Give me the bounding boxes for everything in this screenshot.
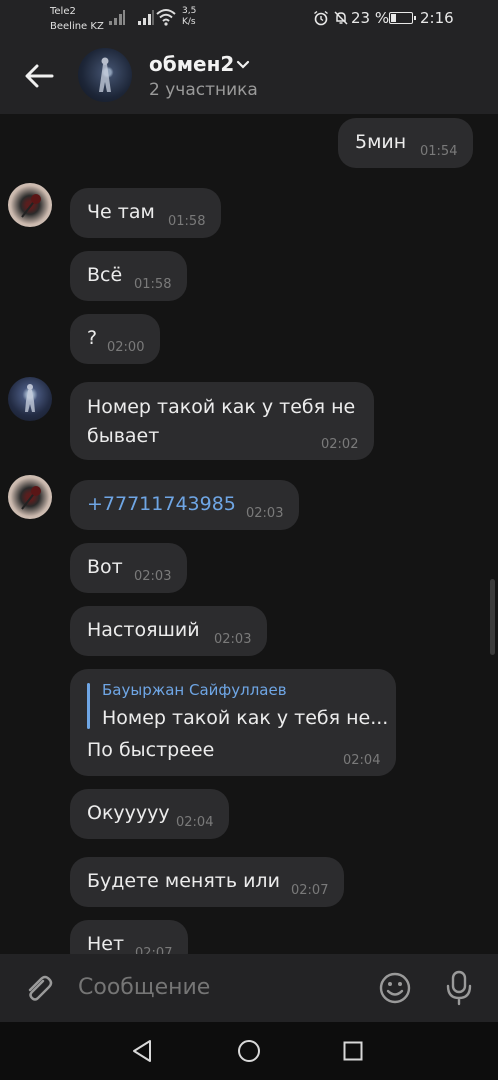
- message-bubble[interactable]: Настояший 02:03: [70, 606, 267, 656]
- message-time: 02:02: [321, 437, 359, 452]
- message-time: 02:04: [176, 815, 214, 830]
- message-time: 01:54: [420, 144, 458, 159]
- message-bubble[interactable]: +77711743985 02:03: [70, 480, 299, 530]
- message-bubble[interactable]: Бауыржан Сайфуллаев Номер такой как у те…: [70, 669, 396, 776]
- reply-author[interactable]: Бауыржан Сайфуллаев: [102, 681, 287, 699]
- paperclip-icon[interactable]: [22, 972, 54, 1004]
- chevron-down-icon[interactable]: [236, 60, 250, 70]
- status-time: 2:16: [420, 9, 454, 27]
- battery-percent: 23 %: [351, 9, 390, 27]
- scrollbar-thumb[interactable]: [490, 579, 495, 655]
- message-time: 02:07: [291, 883, 329, 898]
- avatar[interactable]: [8, 475, 52, 519]
- message-text: Будете менять или: [87, 870, 280, 892]
- phone-link[interactable]: +77711743985: [87, 493, 236, 515]
- message-text: Окууууу: [87, 802, 170, 824]
- message-text: По быстреее: [87, 739, 215, 761]
- microphone-icon[interactable]: [445, 970, 473, 1006]
- message-text: 5мин: [355, 131, 407, 153]
- avatar[interactable]: [8, 377, 52, 421]
- network-speed: 3,5 K/s: [182, 6, 197, 27]
- battery-icon: [389, 12, 416, 24]
- member-count: 2 участника: [149, 80, 258, 100]
- status-bar: Tele2 Beeline KZ 3,5 K/s 23 % 2:16: [0, 0, 498, 36]
- message-time: 02:07: [135, 946, 173, 954]
- message-text: Че там: [87, 201, 155, 223]
- signal-icon-2: [138, 10, 154, 25]
- system-nav-bar: [0, 1022, 498, 1080]
- carrier-name-2: Beeline KZ: [50, 21, 104, 32]
- message-text: Вот: [87, 556, 123, 578]
- nav-back-icon[interactable]: [130, 1039, 154, 1063]
- message-time: 01:58: [168, 214, 206, 229]
- message-input[interactable]: [78, 972, 358, 1004]
- avatar[interactable]: [8, 183, 52, 227]
- smiley-icon[interactable]: [378, 971, 412, 1005]
- message-text: Номер такой как у тебя не: [87, 396, 356, 418]
- message-bubble[interactable]: Номер такой как у тебя не бывает 02:02: [70, 382, 374, 460]
- message-time: 02:03: [214, 632, 252, 647]
- message-text: ?: [87, 327, 98, 349]
- signal-icon: [109, 10, 125, 25]
- message-time: 02:03: [246, 506, 284, 521]
- message-text: бывает: [87, 425, 160, 447]
- nav-home-icon[interactable]: [237, 1039, 261, 1063]
- message-text: Настояший: [87, 619, 200, 641]
- message-time: 02:00: [107, 340, 145, 355]
- chat-title[interactable]: обмен2: [149, 52, 234, 76]
- message-bubble[interactable]: Нет 02:07: [70, 920, 188, 954]
- group-avatar[interactable]: [78, 48, 132, 102]
- message-bubble[interactable]: Вот 02:03: [70, 543, 187, 593]
- reply-quote-bar: [87, 683, 90, 729]
- message-text: Нет: [87, 933, 125, 954]
- composer-bar: [0, 954, 498, 1022]
- nav-recent-apps-icon[interactable]: [343, 1041, 363, 1061]
- message-time: 02:04: [343, 753, 381, 768]
- message-list[interactable]: 5мин 01:54 Че там 01:58 Всё 01:58 ? 02:0…: [0, 114, 498, 954]
- message-bubble[interactable]: Будете менять или 02:07: [70, 857, 344, 907]
- message-bubble[interactable]: Окууууу 02:04: [70, 789, 229, 839]
- message-bubble[interactable]: Че там 01:58: [70, 188, 221, 238]
- arrow-left-icon[interactable]: [24, 64, 54, 88]
- reply-text[interactable]: Номер такой как у тебя не...: [102, 707, 388, 729]
- carrier-name-1: Tele2: [50, 6, 76, 17]
- message-time: 01:58: [134, 277, 172, 292]
- chat-header: обмен2 2 участника: [0, 36, 498, 114]
- message-bubble[interactable]: Всё 01:58: [70, 251, 187, 301]
- message-bubble[interactable]: 5мин 01:54: [338, 118, 473, 168]
- alarm-icon: [314, 10, 328, 26]
- message-time: 02:03: [134, 569, 172, 584]
- wifi-icon: [156, 9, 176, 26]
- message-text: Всё: [87, 264, 123, 286]
- message-bubble[interactable]: ? 02:00: [70, 314, 160, 364]
- mute-bell-icon: [334, 11, 348, 25]
